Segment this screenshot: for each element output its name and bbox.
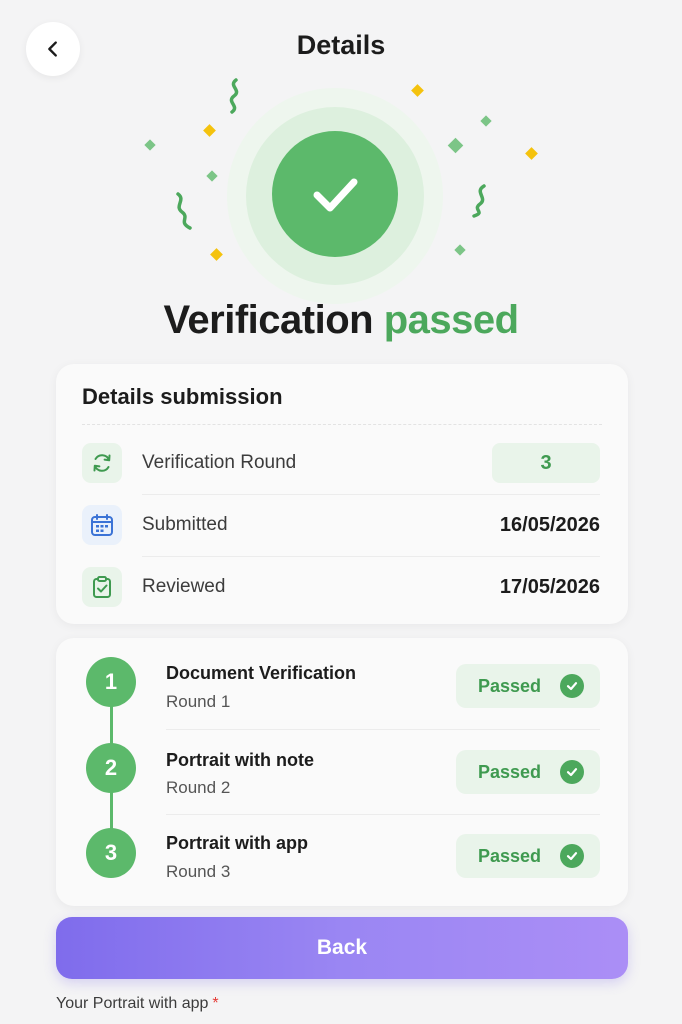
confetti-diamond-icon bbox=[411, 84, 424, 97]
round-count-badge: 3 bbox=[492, 443, 600, 483]
page-title: Details bbox=[296, 30, 386, 60]
verification-hero bbox=[0, 70, 682, 310]
step-number-badge: 2 bbox=[86, 743, 136, 793]
confetti-diamond-icon bbox=[447, 137, 464, 154]
status-label: Passed bbox=[478, 761, 542, 782]
success-check-badge bbox=[272, 131, 398, 257]
step-title: Document Verification bbox=[166, 663, 357, 683]
row-label: Verification Round bbox=[142, 452, 297, 473]
back-button[interactable]: Back bbox=[56, 917, 628, 979]
check-circle-icon bbox=[560, 760, 584, 784]
clipboard-check-icon bbox=[82, 567, 122, 607]
headline-accent: passed bbox=[383, 298, 519, 342]
step-title: Portrait with app bbox=[166, 833, 309, 853]
reviewed-date: 17/05/2026 bbox=[499, 575, 600, 598]
step-title: Portrait with note bbox=[166, 750, 314, 770]
step-item: 3 Portrait with app Round 3 Passed bbox=[56, 808, 628, 894]
confetti-diamond-icon bbox=[525, 147, 538, 160]
status-badge: Passed bbox=[456, 834, 600, 878]
step-subtitle: Round 3 bbox=[166, 862, 231, 881]
step-number-badge: 3 bbox=[86, 828, 136, 878]
headline-main: Verification bbox=[163, 298, 374, 342]
card-title: Details submission bbox=[82, 384, 283, 409]
confetti-diamond-icon bbox=[480, 115, 492, 127]
required-marker: * bbox=[212, 995, 219, 1012]
confetti-diamond-icon bbox=[206, 170, 218, 182]
step-item: 1 Document Verification Round 1 Passed bbox=[56, 638, 628, 724]
status-badge: Passed bbox=[456, 750, 600, 794]
step-number-badge: 1 bbox=[86, 657, 136, 707]
detail-row-reviewed: Reviewed 17/05/2026 bbox=[82, 556, 600, 618]
row-label: Submitted bbox=[142, 514, 228, 535]
submitted-date: 16/05/2026 bbox=[499, 513, 600, 536]
confetti-diamond-icon bbox=[454, 244, 466, 256]
confetti-squiggle-icon bbox=[229, 78, 239, 114]
step-item: 2 Portrait with note Round 2 Passed bbox=[56, 724, 628, 810]
portrait-field-label: Your Portrait with app * bbox=[56, 995, 219, 1013]
confetti-diamond-icon bbox=[144, 139, 156, 151]
details-submission-card: Details submission Verification Round 3 bbox=[56, 364, 628, 624]
status-label: Passed bbox=[478, 675, 542, 696]
status-label: Passed bbox=[478, 845, 542, 866]
field-label-text: Your Portrait with app bbox=[56, 995, 209, 1012]
refresh-icon bbox=[82, 443, 122, 483]
confetti-squiggle-icon bbox=[176, 192, 192, 230]
card-divider bbox=[82, 424, 602, 425]
detail-row-submitted: Submitted 16/05/2026 bbox=[82, 494, 600, 556]
step-subtitle: Round 2 bbox=[166, 778, 231, 797]
check-icon bbox=[313, 178, 358, 212]
calendar-icon bbox=[82, 505, 122, 545]
check-circle-icon bbox=[560, 844, 584, 868]
confetti-squiggle-icon bbox=[472, 184, 486, 218]
verification-steps-card: 1 Document Verification Round 1 Passed 2… bbox=[56, 638, 628, 906]
verification-headline: Verification passed bbox=[0, 298, 682, 343]
row-label: Reviewed bbox=[142, 576, 226, 597]
step-subtitle: Round 1 bbox=[166, 692, 231, 711]
detail-row-verification-round: Verification Round 3 bbox=[82, 432, 600, 494]
confetti-diamond-icon bbox=[210, 248, 223, 261]
check-circle-icon bbox=[560, 674, 584, 698]
confetti-diamond-icon bbox=[203, 124, 216, 137]
status-badge: Passed bbox=[456, 664, 600, 708]
